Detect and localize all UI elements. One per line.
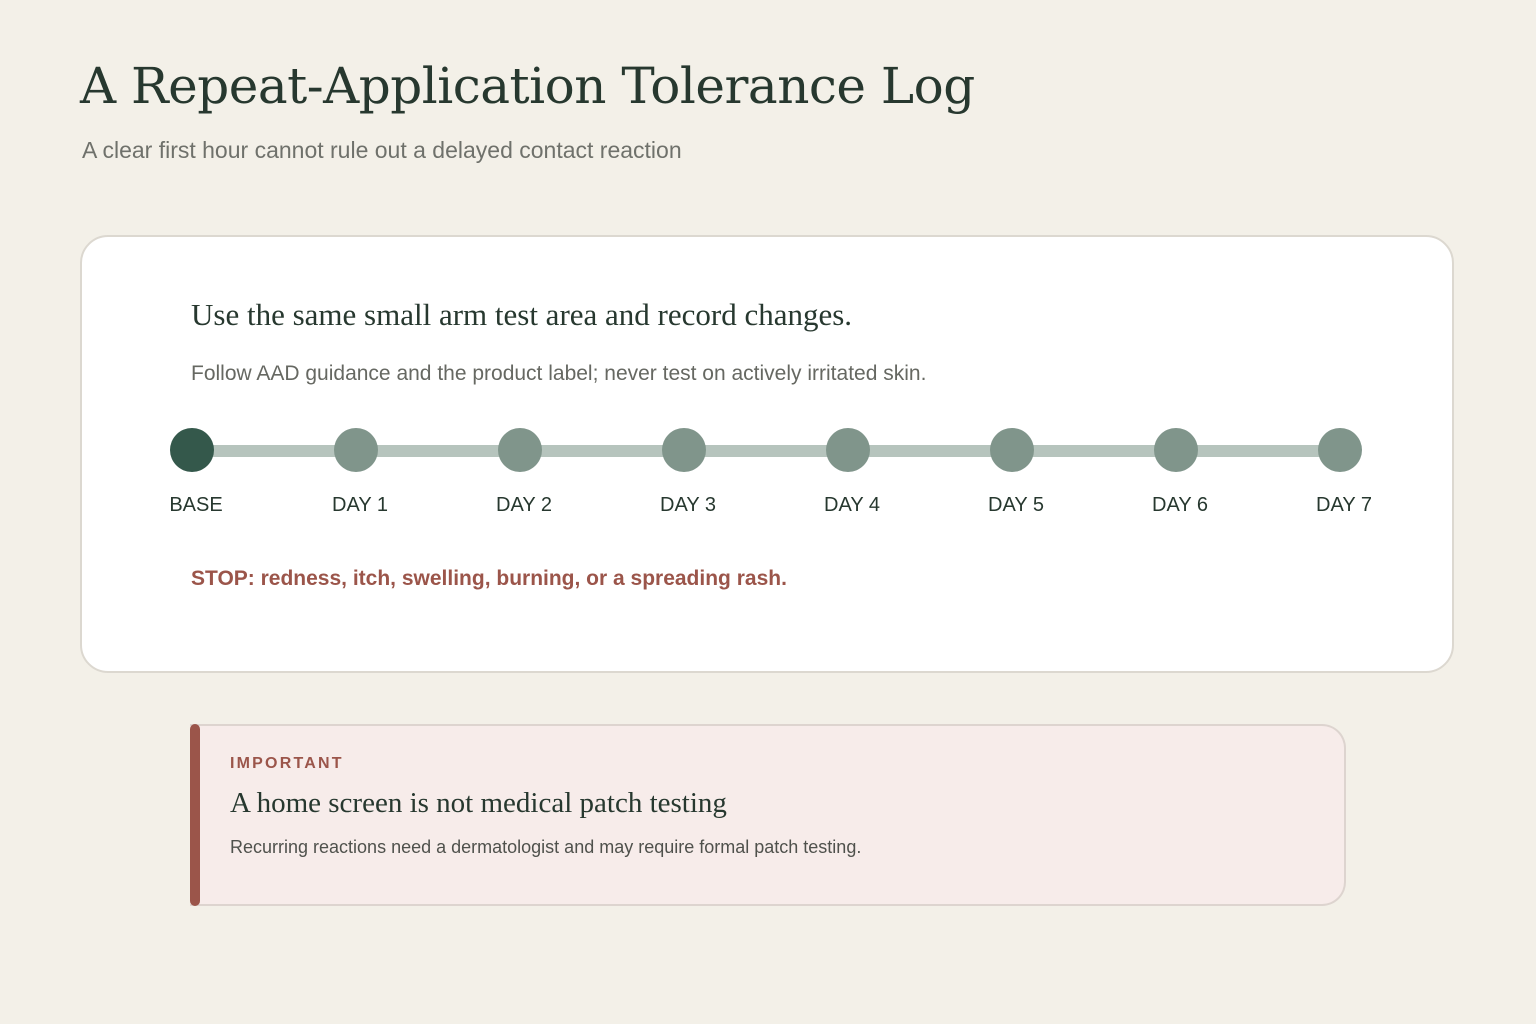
timeline-node (170, 428, 214, 472)
timeline-node (1154, 428, 1198, 472)
timeline-label: BASE (169, 494, 223, 516)
notice-accent-bar (190, 724, 200, 906)
timeline-label: DAY 2 (496, 494, 552, 516)
timeline-node (1318, 428, 1362, 472)
timeline-node (334, 428, 378, 472)
page-title: A Repeat-Application Tolerance Log (80, 57, 975, 115)
tolerance-log-card: Use the same small arm test area and rec… (80, 235, 1454, 673)
timeline-node (826, 428, 870, 472)
timeline-label: DAY 7 (1316, 494, 1372, 516)
timeline-node (498, 428, 542, 472)
timeline-label: DAY 5 (988, 494, 1044, 516)
notice-heading: A home screen is not medical patch testi… (230, 787, 727, 819)
timeline: BASE DAY 1 DAY 2 DAY 3 DAY 4 DAY 5 DAY 6 DAY 7 (82, 237, 1452, 671)
timeline-label: DAY 6 (1152, 494, 1208, 516)
important-notice: IMPORTANT A home screen is not medical p… (190, 724, 1346, 906)
timeline-label: DAY 4 (824, 494, 880, 516)
page-subtitle: A clear first hour cannot rule out a del… (82, 137, 682, 163)
timeline-node (662, 428, 706, 472)
stop-warning: STOP: redness, itch, swelling, burning, … (191, 567, 787, 590)
notice-body: Recurring reactions need a dermatologist… (230, 837, 862, 857)
timeline-label: DAY 1 (332, 494, 388, 516)
notice-eyebrow: IMPORTANT (230, 755, 344, 772)
timeline-label: DAY 3 (660, 494, 716, 516)
timeline-node (990, 428, 1034, 472)
